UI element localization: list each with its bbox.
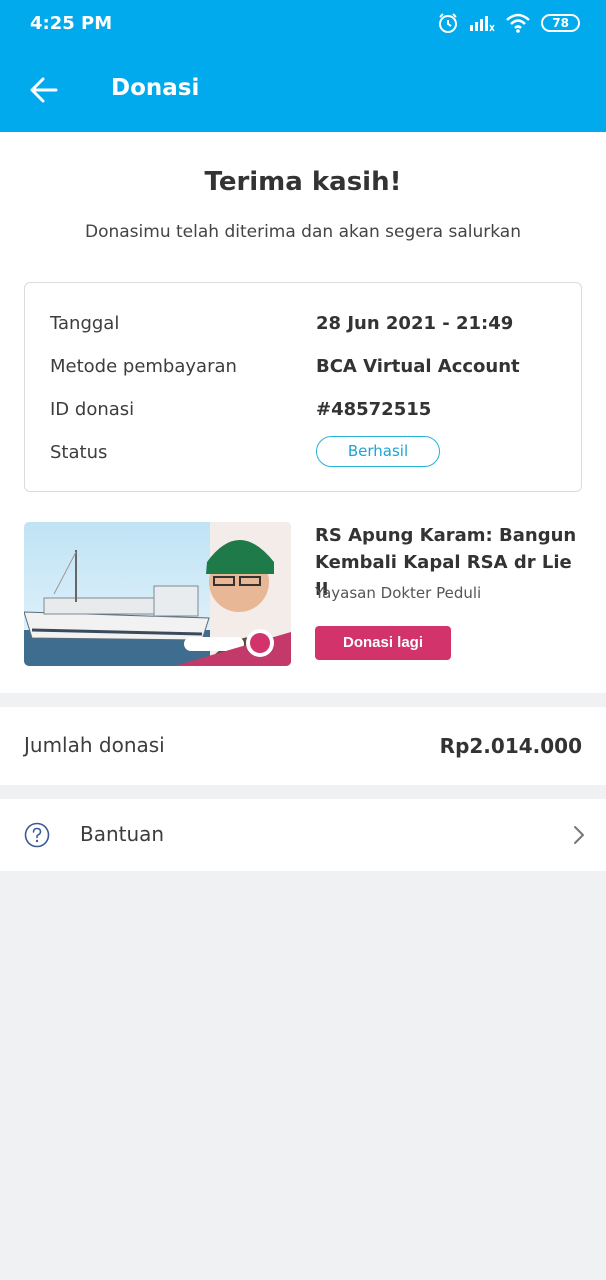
alarm-icon — [439, 13, 458, 33]
help-row[interactable]: Bantuan — [0, 799, 606, 871]
donation-receipt: Terima kasih! Donasimu telah diterima da… — [0, 132, 606, 693]
payment-method-value: BCA Virtual Account — [316, 356, 520, 377]
app-bar: Donasi — [0, 48, 606, 132]
back-arrow-icon[interactable] — [28, 75, 60, 105]
donation-id-value: #48572515 — [316, 399, 432, 420]
signal-icon — [470, 16, 495, 32]
page-title: Donasi — [111, 75, 200, 101]
campaign-organizer: Yayasan Dokter Peduli — [315, 584, 482, 602]
chevron-right-icon — [574, 826, 584, 844]
date-label: Tanggal — [50, 313, 120, 334]
status-label: Status — [50, 442, 108, 463]
status-badge: Berhasil — [316, 436, 440, 467]
amount-value: Rp2.014.000 — [439, 734, 582, 758]
donate-again-button[interactable]: Donasi lagi — [315, 626, 451, 660]
battery-icon: 78 — [541, 14, 580, 32]
status-bar: 4:25 PM 78 — [0, 0, 606, 48]
thank-you-heading: Terima kasih! — [204, 167, 402, 197]
wifi-icon — [506, 13, 531, 33]
donation-id-label: ID donasi — [50, 399, 135, 420]
payment-method-label: Metode pembayaran — [50, 356, 237, 377]
donation-amount-row: Jumlah donasi Rp2.014.000 — [0, 707, 606, 785]
confirmation-message: Donasimu telah diterima dan akan segera … — [85, 222, 521, 242]
amount-label: Jumlah donasi — [24, 733, 165, 757]
donation-details-card: Tanggal 28 Jun 2021 - 21:49 Metode pemba… — [24, 282, 582, 492]
help-question-icon — [24, 822, 50, 848]
campaign-image[interactable] — [24, 522, 291, 666]
date-value: 28 Jun 2021 - 21:49 — [316, 313, 514, 334]
status-time: 4:25 PM — [30, 13, 113, 34]
help-label: Bantuan — [80, 822, 165, 846]
system-icons: 78 — [437, 12, 580, 34]
